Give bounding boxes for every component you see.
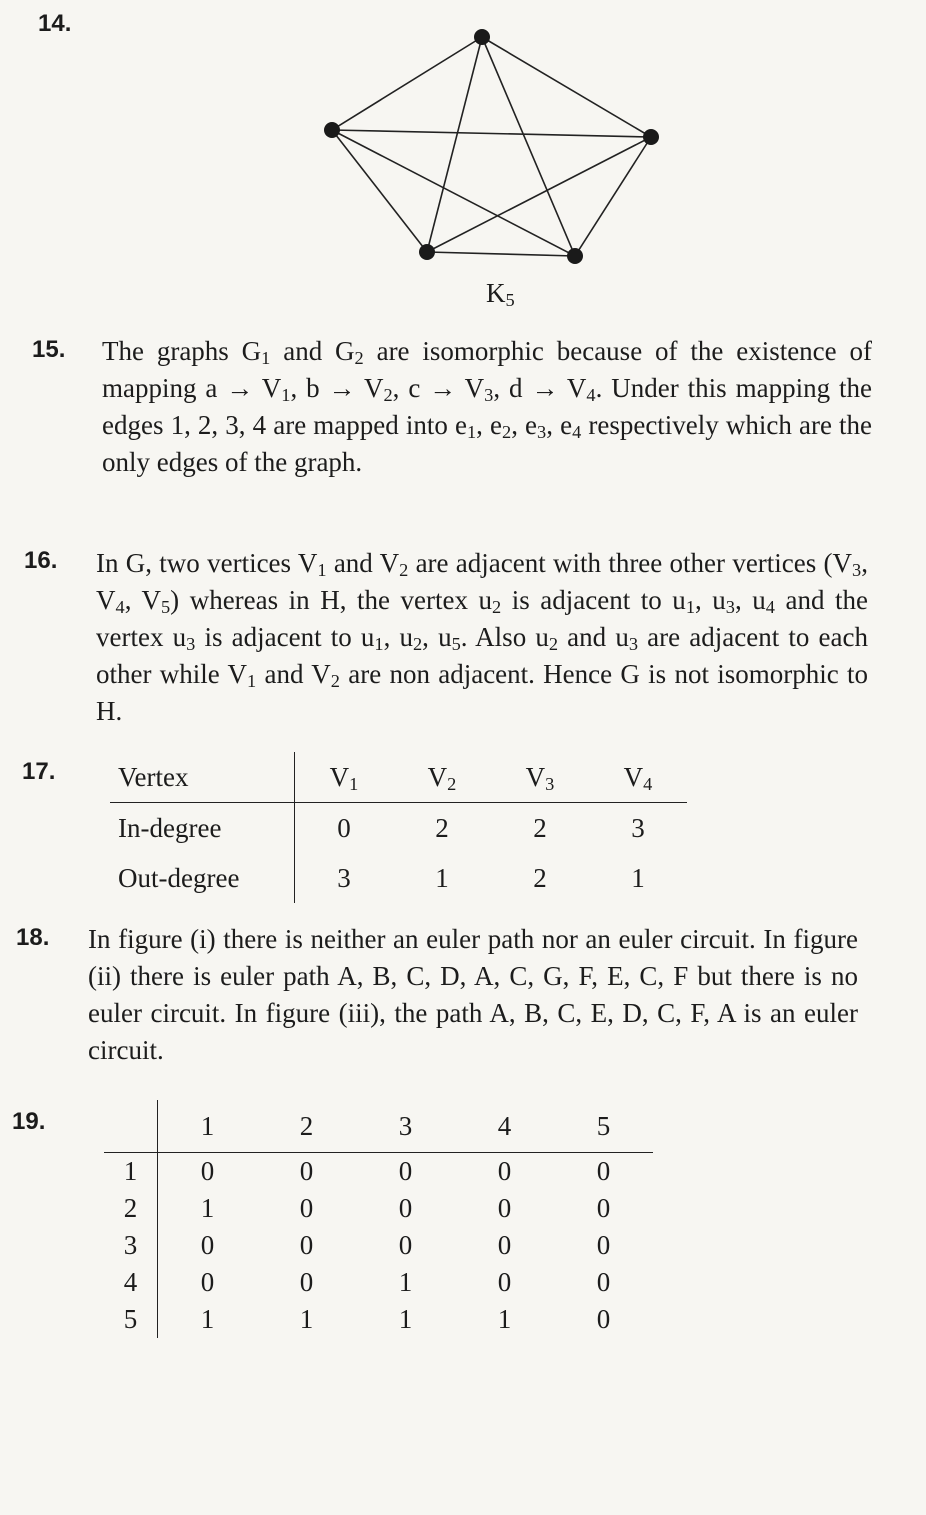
graph-edge <box>331 129 428 253</box>
graph-vertex <box>643 129 659 145</box>
header-cell-v1: V1 <box>294 752 393 803</box>
adjacency-matrix-table: 1 2 3 4 5 1 0 0 0 0 0 2 1 0 0 0 0 3 0 0 … <box>104 1100 653 1338</box>
graph-edge <box>481 36 652 138</box>
table-cell: 2 <box>435 812 449 843</box>
table-cell: 0 <box>596 1267 611 1297</box>
graph-vertex <box>419 244 435 260</box>
column-header: 2 <box>257 1100 356 1153</box>
graph-edge <box>426 251 576 257</box>
question-number-16: 16. <box>24 547 58 574</box>
table-cell: 0 <box>497 1156 512 1186</box>
row-label: 1 <box>104 1152 158 1190</box>
column-header: 1 <box>157 1100 257 1153</box>
question-number-14: 14. <box>38 10 72 37</box>
graph-edge <box>481 36 576 257</box>
table-cell: 0 <box>200 1267 215 1297</box>
graph-vertex <box>324 122 340 138</box>
graph-edge <box>426 136 652 253</box>
table-cell: 0 <box>398 1230 413 1260</box>
degree-table-header: Vertex V1 V2 V3 V4 <box>110 752 687 803</box>
graph-vertex <box>474 29 490 45</box>
figure-caption: K5 <box>486 278 515 311</box>
row-label: 3 <box>104 1227 158 1264</box>
table-row: 2 1 0 0 0 0 <box>104 1190 653 1227</box>
table-cell: 0 <box>398 1193 413 1223</box>
table-cell: 0 <box>497 1193 512 1223</box>
header-cell-vertex: Vertex <box>110 752 295 803</box>
table-cell: 0 <box>299 1193 314 1223</box>
table-cell: 0 <box>337 812 351 843</box>
table-cell: 0 <box>398 1156 413 1186</box>
table-cell: 0 <box>299 1156 314 1186</box>
table-row: 3 0 0 0 0 0 <box>104 1227 653 1264</box>
answer-18-text: In figure (i) there is neither an euler … <box>88 924 858 1065</box>
graph-vertex <box>567 248 583 264</box>
table-cell: 0 <box>596 1193 611 1223</box>
row-label: 5 <box>104 1301 158 1338</box>
column-header: 4 <box>455 1100 554 1153</box>
table-cell: 0 <box>299 1230 314 1260</box>
header-cell-v3: V3 <box>491 752 589 803</box>
table-cell: 1 <box>631 862 645 893</box>
row-label: 2 <box>104 1190 158 1227</box>
table-cell: 1 <box>200 1304 215 1334</box>
table-cell: 3 <box>337 862 351 893</box>
table-cell: 1 <box>398 1304 413 1334</box>
table-row: Out-degree 3 1 2 1 <box>110 853 687 903</box>
table-cell: 1 <box>497 1304 512 1334</box>
table-row: In-degree 0 2 2 3 <box>110 802 687 853</box>
table-cell: 0 <box>200 1156 215 1186</box>
table-row: 4 0 0 1 0 0 <box>104 1264 653 1301</box>
answer-16-text: In G, two vertices V1 and V2 are adjacen… <box>96 548 869 726</box>
row-label: In-degree <box>110 802 295 853</box>
graph-edge <box>331 36 483 131</box>
row-label: Out-degree <box>110 853 295 903</box>
column-header: 3 <box>356 1100 455 1153</box>
table-cell: 1 <box>299 1304 314 1334</box>
question-number-17: 17. <box>22 758 56 785</box>
table-row: 5 1 1 1 1 0 <box>104 1301 653 1338</box>
degree-table: Vertex V1 V2 V3 V4 In-degree 0 2 2 3 Out… <box>110 752 687 903</box>
answer-15-text: The graphs G1 and G2 are isomorphic beca… <box>102 336 873 477</box>
table-cell: 0 <box>497 1230 512 1260</box>
table-cell: 0 <box>200 1230 215 1260</box>
row-label: 4 <box>104 1264 158 1301</box>
question-number-19: 19. <box>12 1108 46 1135</box>
matrix-header-row: 1 2 3 4 5 <box>104 1100 653 1153</box>
table-cell: 0 <box>596 1304 611 1334</box>
table-cell: 0 <box>497 1267 512 1297</box>
corner-cell <box>104 1100 158 1153</box>
question-number-15: 15. <box>32 336 66 363</box>
table-row: 1 0 0 0 0 0 <box>104 1152 653 1190</box>
table-cell: 1 <box>200 1193 215 1223</box>
header-cell-v2: V2 <box>393 752 491 803</box>
table-cell: 2 <box>533 862 547 893</box>
graph-edge <box>426 36 483 253</box>
table-cell: 0 <box>596 1156 611 1186</box>
k5-graph-figure <box>324 29 659 264</box>
table-cell: 3 <box>631 812 645 843</box>
table-cell: 1 <box>435 862 449 893</box>
column-header: 5 <box>554 1100 653 1153</box>
table-cell: 2 <box>533 812 547 843</box>
graph-edge <box>331 129 652 138</box>
table-cell: 1 <box>398 1267 413 1297</box>
table-cell: 0 <box>299 1267 314 1297</box>
question-number-18: 18. <box>16 924 50 951</box>
graph-edge <box>574 136 652 257</box>
table-cell: 0 <box>596 1230 611 1260</box>
header-cell-v4: V4 <box>589 752 687 803</box>
